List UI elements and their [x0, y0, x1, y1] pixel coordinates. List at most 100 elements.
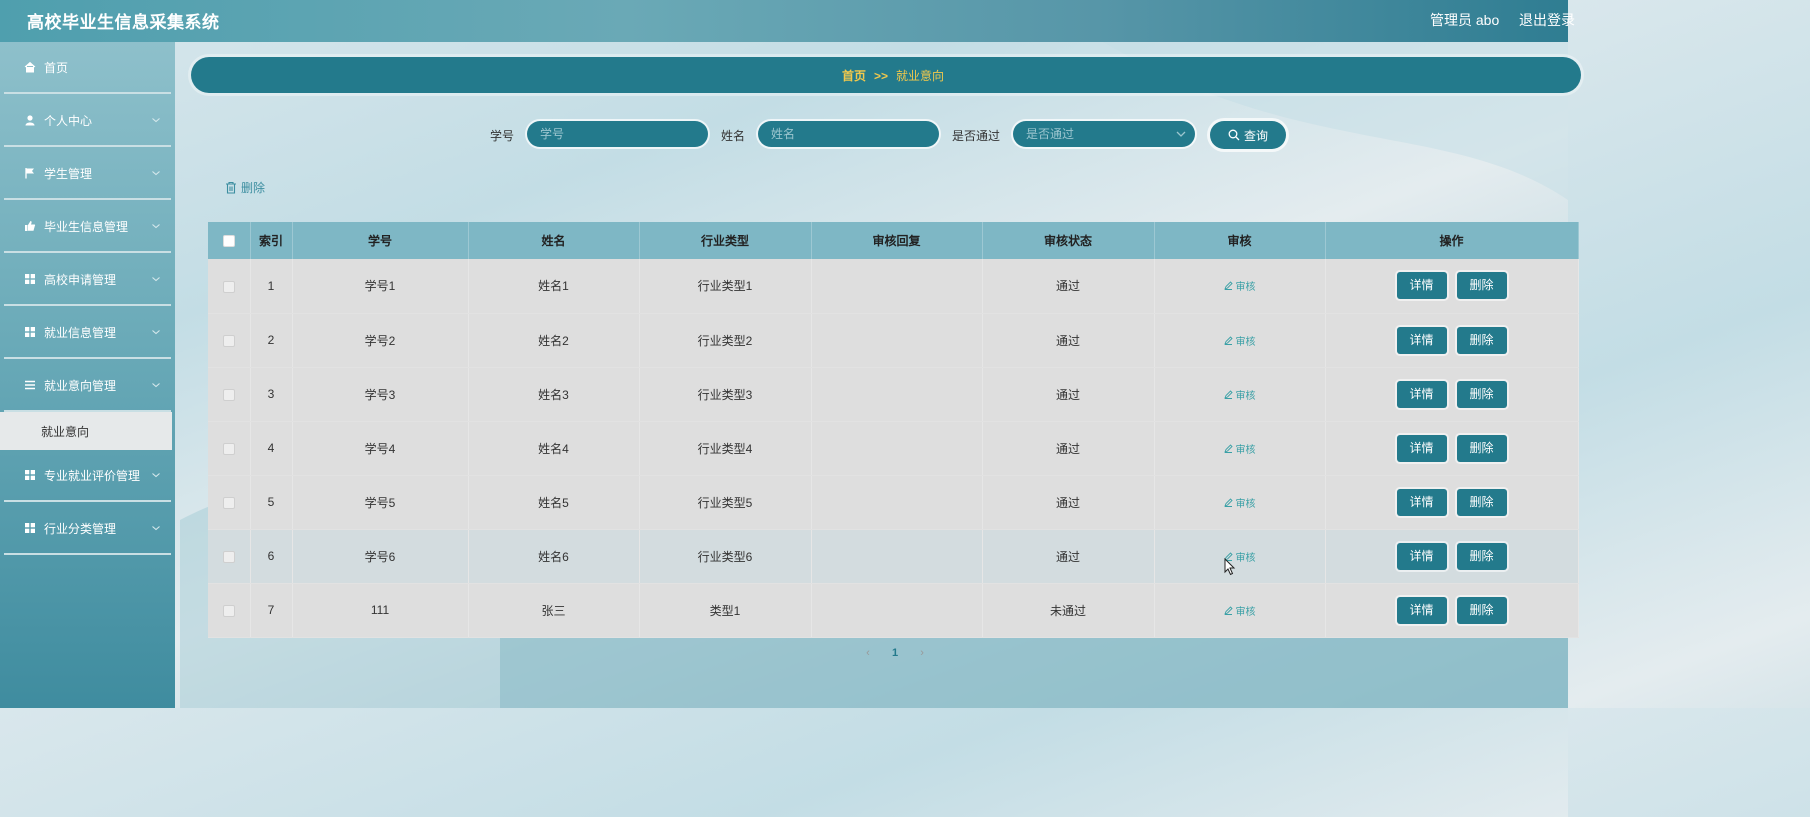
name-input[interactable] [758, 121, 939, 147]
cell-audit: 审核 [1154, 259, 1326, 314]
edit-icon [1223, 443, 1233, 453]
table-row[interactable]: 3 学号3 姓名3 行业类型3 通过 审核 详情 删除 [208, 367, 1579, 422]
table-row[interactable]: 5 学号5 姓名5 行业类型5 通过 审核 详情 删除 [208, 475, 1579, 530]
table-row[interactable]: 6 学号6 姓名6 行业类型6 通过 审核 详情 删除 [208, 529, 1579, 584]
detail-button[interactable]: 详情 [1396, 272, 1447, 300]
cell-student-no: 学号5 [292, 475, 469, 530]
audit-link[interactable]: 审核 [1223, 278, 1256, 293]
detail-button[interactable]: 详情 [1396, 488, 1447, 516]
sidebar-item-8[interactable]: 专业就业评价管理 [4, 450, 171, 502]
detail-button[interactable]: 详情 [1396, 596, 1447, 624]
audit-link[interactable]: 审核 [1223, 387, 1256, 402]
cell-student-no: 111 [292, 583, 469, 638]
trash-icon [226, 181, 236, 194]
delete-button[interactable]: 删除 [1456, 272, 1507, 300]
sidebar-item-label: 就业意向管理 [44, 378, 117, 393]
sidebar-item-4[interactable]: 毕业生信息管理 [4, 201, 171, 253]
delete-button[interactable]: 删除 [1456, 488, 1507, 516]
audit-link[interactable]: 审核 [1223, 495, 1256, 510]
row-checkbox-cell [208, 583, 251, 638]
delete-button[interactable]: 删除 [1456, 326, 1507, 354]
delete-button[interactable]: 删除 [1456, 380, 1507, 408]
cell-actions: 详情 删除 [1325, 367, 1579, 422]
row-checkbox[interactable] [222, 442, 235, 455]
cell-status: 通过 [982, 259, 1155, 314]
home-icon [23, 60, 37, 74]
chevron-down-icon [152, 526, 160, 531]
breadcrumb: 首页 >> 就业意向 [842, 67, 944, 84]
select-all-checkbox[interactable] [222, 235, 235, 248]
admin-user-label: 管理员 abo [1430, 12, 1500, 28]
sidebar-item-9[interactable]: 行业分类管理 [4, 503, 171, 555]
sidebar-item-label: 就业信息管理 [44, 325, 117, 340]
cell-reply [811, 259, 983, 314]
row-checkbox[interactable] [222, 280, 235, 293]
chevron-down-icon [1176, 131, 1186, 137]
col-header-audit: 审核 [1154, 222, 1326, 259]
col-header-actions: 操作 [1325, 222, 1579, 259]
edit-icon [1223, 605, 1233, 615]
delete-button[interactable]: 删除 [1456, 434, 1507, 462]
audit-link[interactable]: 审核 [1223, 333, 1256, 348]
audit-link[interactable]: 审核 [1223, 603, 1256, 618]
audit-link-label: 审核 [1235, 444, 1256, 456]
sidebar-item-5[interactable]: 高校申请管理 [4, 254, 171, 306]
search-button[interactable]: 查询 [1210, 121, 1286, 149]
sidebar-subitem-employment-intention[interactable]: 就业意向 [0, 412, 172, 450]
delete-button[interactable]: 删除 [1456, 542, 1507, 570]
cell-name: 姓名5 [468, 475, 640, 530]
next-page-button[interactable]: › [916, 647, 928, 659]
col-header-reply: 审核回复 [811, 222, 983, 259]
bulk-delete-label: 删除 [241, 181, 266, 195]
bulk-delete-button[interactable]: 删除 [225, 179, 265, 196]
table-row[interactable]: 7 111 张三 类型1 未通过 审核 详情 删除 [208, 583, 1579, 638]
logout-link[interactable]: 退出登录 [1519, 10, 1575, 30]
cell-status: 通过 [982, 529, 1155, 584]
cell-index: 6 [250, 529, 293, 584]
cell-reply [811, 367, 983, 422]
passed-select[interactable]: 是否通过 [1013, 121, 1195, 147]
passed-select-placeholder: 是否通过 [1026, 127, 1075, 141]
audit-link[interactable]: 审核 [1223, 441, 1256, 456]
prev-page-button[interactable]: ‹ [862, 647, 874, 659]
student-no-label: 学号 [490, 129, 515, 143]
row-checkbox[interactable] [222, 496, 235, 509]
cell-index: 2 [250, 313, 293, 368]
edit-icon [1223, 497, 1233, 507]
page-number-1[interactable]: 1 [892, 647, 898, 659]
search-button-label: 查询 [1243, 128, 1268, 143]
detail-button[interactable]: 详情 [1396, 434, 1447, 462]
detail-button[interactable]: 详情 [1396, 542, 1447, 570]
cell-audit: 审核 [1154, 313, 1326, 368]
row-checkbox[interactable] [222, 604, 235, 617]
sidebar-item-6[interactable]: 就业信息管理 [4, 307, 171, 359]
app-title: 高校毕业生信息采集系统 [27, 13, 220, 32]
row-checkbox[interactable] [222, 388, 235, 401]
cell-name: 姓名6 [468, 529, 640, 584]
cell-audit: 审核 [1154, 529, 1326, 584]
audit-link-label: 审核 [1235, 336, 1256, 348]
sidebar-item-7[interactable]: 就业意向管理 [4, 360, 171, 412]
cell-reply [811, 529, 983, 584]
delete-button[interactable]: 删除 [1456, 596, 1507, 624]
cell-audit: 审核 [1154, 421, 1326, 476]
cell-actions: 详情 删除 [1325, 529, 1579, 584]
breadcrumb-home[interactable]: 首页 [842, 69, 866, 83]
table-row[interactable]: 2 学号2 姓名2 行业类型2 通过 审核 详情 删除 [208, 313, 1579, 368]
sidebar-item-3[interactable]: 学生管理 [4, 148, 171, 200]
detail-button[interactable]: 详情 [1396, 380, 1447, 408]
cell-index: 4 [250, 421, 293, 476]
student-no-input[interactable] [527, 121, 708, 147]
col-header-name: 姓名 [468, 222, 640, 259]
sidebar-item-label: 个人中心 [44, 113, 93, 128]
list-icon [23, 378, 37, 392]
grid-icon [23, 468, 37, 482]
table-header-row: 索引 学号 姓名 行业类型 审核回复 审核状态 审核 操作 [208, 222, 1579, 259]
row-checkbox[interactable] [222, 334, 235, 347]
sidebar-item-2[interactable]: 个人中心 [4, 95, 171, 147]
table-row[interactable]: 4 学号4 姓名4 行业类型4 通过 审核 详情 删除 [208, 421, 1579, 476]
detail-button[interactable]: 详情 [1396, 326, 1447, 354]
row-checkbox[interactable] [222, 550, 235, 563]
sidebar-item-1[interactable]: 首页 [4, 42, 171, 94]
table-row[interactable]: 1 学号1 姓名1 行业类型1 通过 审核 详情 删除 [208, 259, 1579, 314]
